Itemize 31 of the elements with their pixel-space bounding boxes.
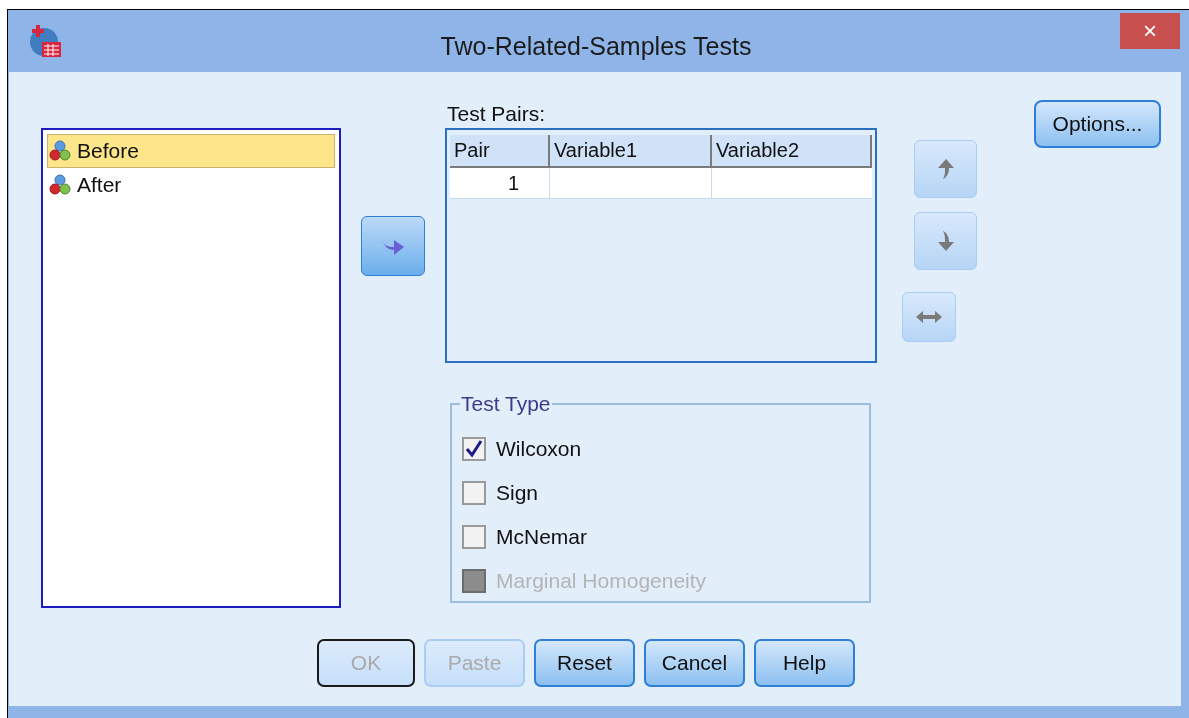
variable-list[interactable]: Before After — [41, 128, 341, 608]
variable-item[interactable]: After — [47, 168, 335, 202]
variable-item[interactable]: Before — [47, 134, 335, 168]
arrow-down-icon — [936, 230, 955, 252]
test-pairs-label: Test Pairs: — [446, 101, 547, 127]
app-icon — [28, 24, 62, 58]
move-down-button[interactable] — [914, 212, 977, 270]
move-right-button[interactable] — [361, 216, 425, 276]
swap-button[interactable] — [902, 292, 956, 342]
options-button[interactable]: Options... — [1034, 100, 1161, 148]
checkbox-label: Marginal Homogeneity — [496, 567, 707, 594]
swap-icon — [915, 310, 943, 324]
window-title: Two-Related-Samples Tests — [440, 31, 752, 62]
checkbox[interactable] — [462, 436, 486, 461]
checkbox-label: Wilcoxon — [496, 435, 582, 462]
checkmark-icon — [465, 439, 483, 458]
variable-icon — [49, 140, 71, 162]
checkbox[interactable] — [462, 480, 486, 505]
checkbox-label: McNemar — [496, 523, 587, 550]
test-type-title: Test Type — [460, 391, 552, 417]
move-up-button[interactable] — [914, 140, 977, 198]
dialog-button[interactable]: Cancel — [644, 639, 745, 687]
checkbox-label: Sign — [496, 479, 539, 506]
table-cell: 1 — [450, 168, 550, 198]
dialog-button[interactable]: Reset — [534, 639, 635, 687]
close-button[interactable]: × — [1120, 13, 1180, 49]
test-pairs-table[interactable]: Pair Variable1 Variable2 1 — [445, 128, 877, 363]
variable-icon — [49, 174, 71, 196]
checkbox[interactable] — [462, 524, 486, 549]
dialog-button[interactable]: Help — [754, 639, 855, 687]
arrow-up-icon — [936, 158, 955, 180]
